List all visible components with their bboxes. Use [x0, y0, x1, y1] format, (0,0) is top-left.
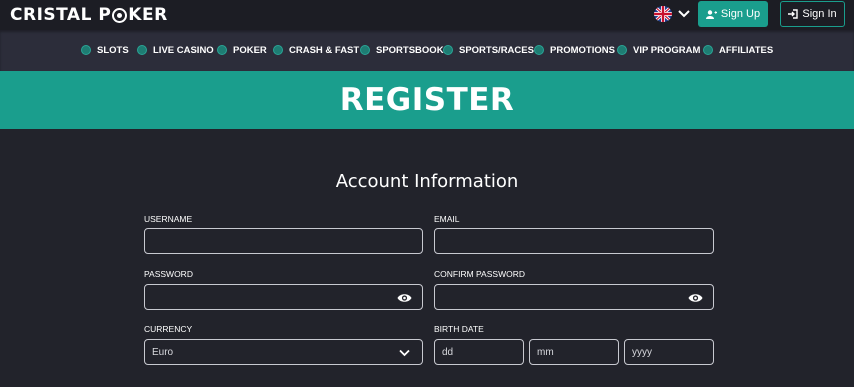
birth-month-placeholder: mm — [537, 346, 554, 358]
confirm-password-label: CONFIRM PASSWORD — [434, 269, 525, 279]
sign-up-button[interactable]: Sign Up — [698, 1, 768, 27]
currency-select[interactable]: Euro — [144, 339, 423, 365]
nav-item-promotions[interactable]: PROMOTIONS — [534, 43, 615, 57]
nav-item-label: POKER — [233, 44, 267, 56]
nav-item-live-casino[interactable]: LIVE CASINO — [137, 43, 214, 57]
password-label: PASSWORD — [144, 269, 193, 279]
username-field[interactable] — [144, 228, 423, 254]
nav-item-label: SPORTSBOOK — [376, 44, 444, 56]
main-nav: SLOTS LIVE CASINO POKER CRASH & FAST SPO… — [0, 30, 854, 71]
sign-up-label: Sign Up — [720, 8, 761, 20]
birth-month-field[interactable]: mm — [529, 339, 619, 365]
poker-chip-icon — [112, 7, 128, 23]
chevron-down-icon — [399, 349, 410, 357]
nav-item-sports-races[interactable]: SPORTS/RACES — [443, 43, 534, 57]
chevron-down-icon[interactable] — [677, 7, 691, 21]
live-casino-icon — [137, 45, 147, 55]
nav-item-slots[interactable]: SLOTS — [81, 43, 129, 57]
nav-item-crash-fast[interactable]: CRASH & FAST — [273, 43, 359, 57]
nav-item-label: VIP PROGRAM — [633, 44, 701, 56]
user-plus-icon — [705, 9, 717, 19]
birth-day-placeholder: dd — [442, 346, 454, 358]
email-field[interactable] — [434, 228, 714, 254]
slots-icon — [81, 45, 91, 55]
currency-label: CURRENCY — [144, 324, 193, 334]
vip-icon — [617, 45, 627, 55]
uk-flag-icon[interactable] — [654, 6, 672, 22]
register-banner: REGISTER — [0, 71, 854, 129]
poker-icon — [217, 45, 227, 55]
birth-year-field[interactable]: yyyy — [624, 339, 714, 365]
affiliates-icon — [703, 45, 713, 55]
section-title: Account Information — [335, 171, 519, 192]
races-icon — [443, 45, 453, 55]
nav-item-label: AFFILIATES — [719, 44, 774, 56]
email-label: EMAIL — [434, 214, 460, 224]
username-label: USERNAME — [144, 214, 193, 224]
sportsbook-icon — [360, 45, 370, 55]
site-logo[interactable]: CRISTAL P KER — [10, 5, 168, 25]
confirm-password-field[interactable] — [434, 284, 714, 310]
page-title: REGISTER — [339, 82, 515, 118]
top-bar: CRISTAL P KER Sign Up Sign In — [0, 0, 854, 30]
nav-item-label: SPORTS/RACES — [459, 44, 534, 56]
nav-item-label: CRASH & FAST — [289, 44, 360, 56]
promotions-icon — [534, 45, 544, 55]
sign-in-button[interactable]: Sign In — [780, 1, 845, 27]
password-field[interactable] — [144, 284, 423, 310]
nav-item-affiliates[interactable]: AFFILIATES — [703, 43, 773, 57]
nav-item-label: LIVE CASINO — [153, 44, 214, 56]
nav-item-vip-program[interactable]: VIP PROGRAM — [617, 43, 700, 57]
sign-in-icon — [788, 9, 799, 19]
currency-value: Euro — [152, 346, 174, 358]
sign-in-label: Sign In — [802, 8, 837, 20]
eye-icon[interactable] — [397, 292, 412, 304]
eye-icon[interactable] — [688, 292, 703, 304]
nav-item-label: SLOTS — [97, 44, 129, 56]
birth-year-placeholder: yyyy — [632, 346, 652, 358]
nav-item-poker[interactable]: POKER — [217, 43, 267, 57]
crash-icon — [273, 45, 283, 55]
nav-item-label: PROMOTIONS — [550, 44, 615, 56]
birth-day-field[interactable]: dd — [434, 339, 524, 365]
birth-date-label: BIRTH DATE — [434, 324, 484, 334]
nav-item-sportsbook[interactable]: SPORTSBOOK — [360, 43, 444, 57]
